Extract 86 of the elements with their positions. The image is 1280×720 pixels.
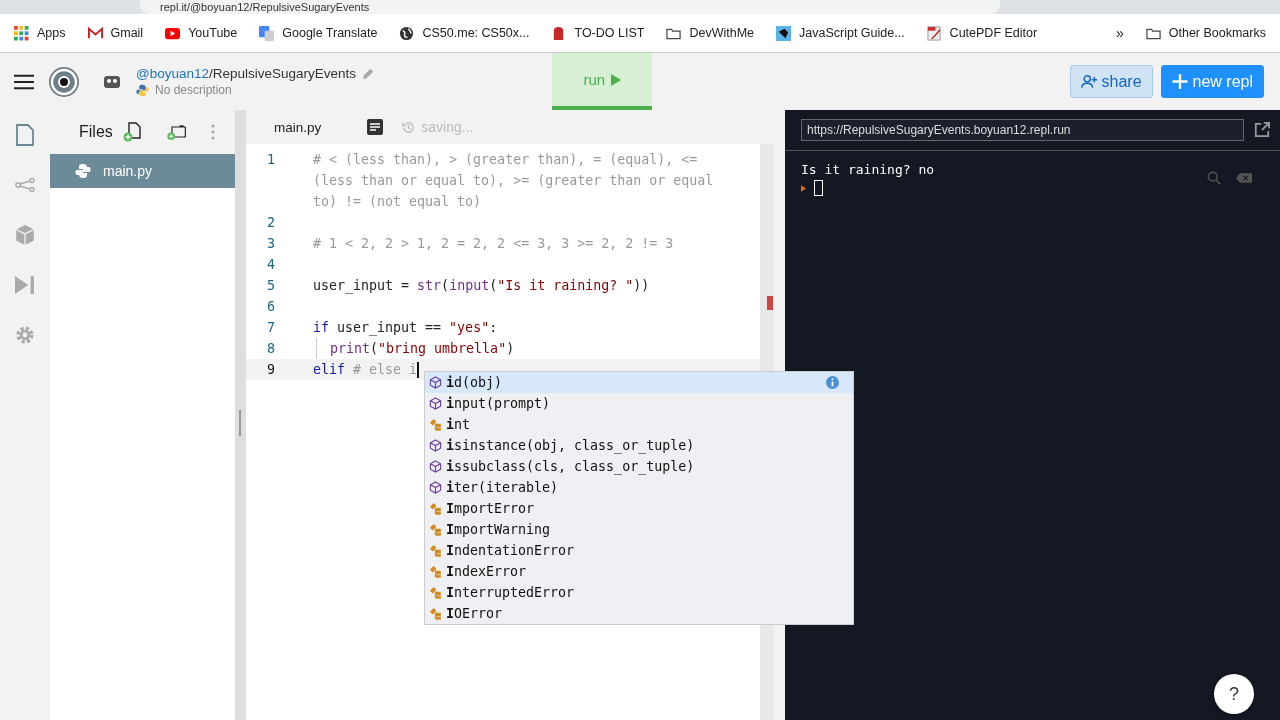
format-icon[interactable] (367, 119, 384, 135)
url-field[interactable]: https://RepulsiveSugaryEvents.boyuan12.repl.run (801, 119, 1244, 141)
suggestion-item[interactable]: id(obj) (425, 372, 853, 393)
bookmark-link[interactable]: YouTube (165, 25, 238, 41)
class-icon (429, 502, 442, 515)
line-number: 2 (266, 214, 276, 232)
code-line: if user_input == "yes": (312, 319, 499, 338)
line-number: 8 (266, 340, 276, 358)
cube-icon[interactable] (15, 224, 35, 246)
add-folder-icon[interactable] (166, 122, 187, 142)
cube-icon (429, 376, 442, 389)
cube-icon (429, 397, 442, 410)
suggestion-item[interactable]: ImportWarning (425, 519, 853, 540)
suggestion-item[interactable]: ImportError (425, 498, 853, 519)
code-line: # 1 < 2, 2 > 1, 2 = 2, 2 <= 3, 3 >= 2, 2 != 3 (312, 235, 675, 253)
code-line: # < (less than), > (greater than), = (equal), <= (less than or equal to), >= (greater than or equal to) != (not equal to) (312, 151, 715, 211)
bookmark-link[interactable]: TO-DO LIST (551, 25, 645, 41)
files-heading: Files (79, 123, 113, 141)
share-button[interactable]: share (1069, 65, 1153, 98)
cube-icon (429, 439, 442, 452)
bookmark-link[interactable]: Google Translate (259, 25, 378, 41)
more-bookmarks-button[interactable]: » (1115, 25, 1124, 41)
cube-icon (429, 460, 442, 473)
step-forward-icon[interactable] (15, 274, 35, 296)
bookmark-link[interactable]: Other Bookmarks (1145, 25, 1266, 41)
plus-icon (1171, 74, 1188, 89)
suggestion-item[interactable]: int (425, 414, 853, 435)
class-icon (429, 523, 442, 536)
suggestion-item[interactable]: InterruptedError (425, 582, 853, 603)
more-options-icon[interactable] (210, 124, 215, 140)
add-file-icon[interactable] (122, 122, 143, 142)
pdf-icon (926, 25, 942, 41)
settings-icon[interactable] (15, 324, 35, 346)
class-icon (429, 586, 442, 599)
code-line: user_input = str(input("Is it raining? ")) (312, 277, 651, 296)
line-number: 9 (266, 361, 276, 379)
site-icon (776, 25, 791, 41)
scroll-marker (767, 296, 773, 310)
line-number: 6 (266, 298, 276, 316)
suggestion-item[interactable]: isinstance(obj, class_or_tuple) (425, 435, 853, 456)
bookmark-link[interactable]: CutePDF Editor (926, 25, 1038, 41)
translate-icon (259, 25, 275, 41)
external-link-icon[interactable] (1254, 122, 1270, 138)
bookmark-link[interactable]: Apps (14, 25, 66, 41)
history-icon (401, 119, 417, 135)
mail-icon (87, 25, 103, 41)
globe-icon (399, 25, 415, 41)
clear-icon[interactable] (1236, 171, 1252, 185)
class-icon (429, 565, 442, 578)
play-icon (165, 25, 181, 41)
python-icon (75, 163, 91, 179)
suggestion-item[interactable]: IOError (425, 603, 853, 624)
line-number: 4 (266, 256, 276, 274)
terminal-cursor (814, 180, 823, 196)
info-icon[interactable] (826, 376, 839, 389)
repl-title[interactable]: @boyuan12/RepulsiveSugaryEvents (136, 66, 357, 81)
bookmark-link[interactable]: Gmail (87, 25, 144, 41)
bookmark-link[interactable]: DevWithMe (666, 25, 754, 41)
class-icon (429, 544, 442, 557)
spiral-logo-icon[interactable] (48, 65, 80, 98)
bookmark-link[interactable]: JavaScript Guide... (776, 25, 905, 41)
console-output: Is it raining? no (801, 161, 935, 179)
file-item[interactable]: main.py (50, 154, 235, 188)
line-number: 1 (266, 151, 276, 169)
grid-icon (14, 25, 29, 41)
pencil-icon[interactable] (362, 67, 376, 80)
cube-icon (429, 481, 442, 494)
line-number: 7 (266, 319, 276, 337)
class-icon (429, 418, 442, 431)
play-icon (611, 73, 622, 86)
suggestion-item[interactable]: iter(iterable) (425, 477, 853, 498)
address-bar[interactable]: repl.it/@boyuan12/RepulsiveSugaryEvents (140, 0, 1000, 14)
suggestion-item[interactable]: IndexError (425, 561, 853, 582)
suggestion-item[interactable]: input(prompt) (425, 393, 853, 414)
bookmark-link[interactable]: CS50.me: CS50x... (399, 25, 530, 41)
class-icon (429, 607, 442, 620)
prompt-icon (801, 184, 806, 192)
add-user-icon (1080, 74, 1097, 89)
suggestion-item[interactable]: issubclass(cls, class_or_tuple) (425, 456, 853, 477)
line-number: 5 (266, 277, 276, 295)
file-icon[interactable] (15, 124, 35, 146)
suggestion-item[interactable]: IndentationError (425, 540, 853, 561)
python-icon (136, 83, 149, 97)
line-number: 3 (266, 235, 276, 253)
search-icon[interactable] (1206, 171, 1222, 185)
menu-icon[interactable] (14, 73, 34, 90)
